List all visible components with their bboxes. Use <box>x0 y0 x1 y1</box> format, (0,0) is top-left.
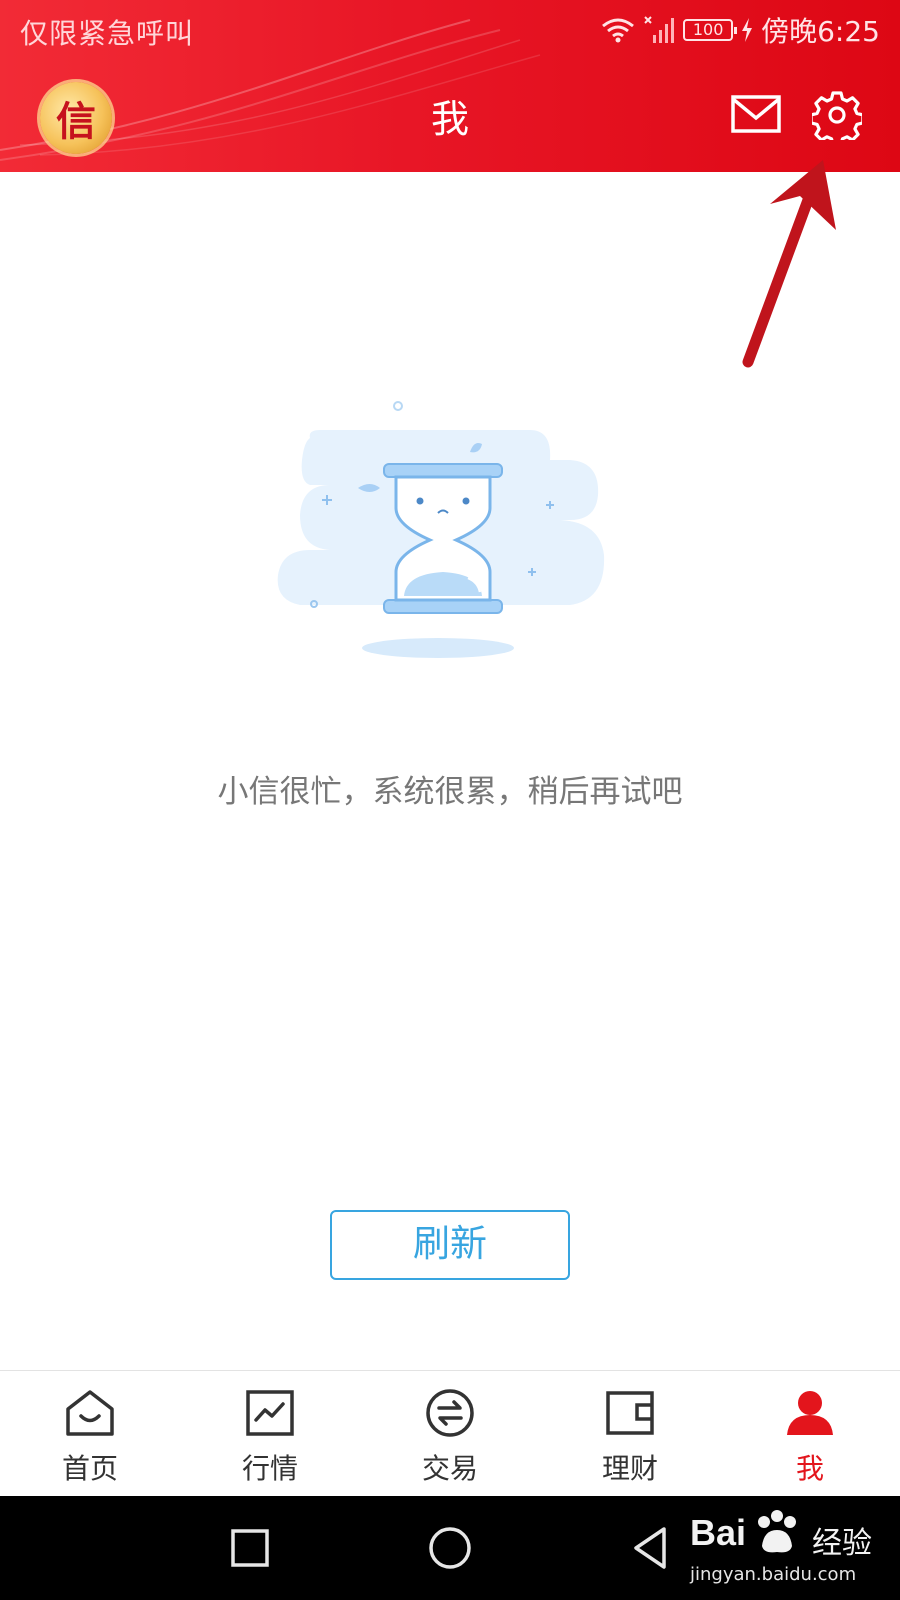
refresh-button[interactable]: 刷新 <box>330 1210 570 1280</box>
tab-label-wealth: 理财 <box>601 1452 658 1485</box>
watermark-jingyan: 经验 <box>812 1526 872 1561</box>
status-icons: 100 傍晚6:25 <box>601 10 880 50</box>
tab-home[interactable]: 首页 <box>0 1371 180 1496</box>
status-time: 傍晚6:25 <box>761 15 880 48</box>
recent-apps-icon[interactable] <box>226 1524 274 1572</box>
battery-indicator: 100 <box>683 19 738 41</box>
tab-label-home: 首页 <box>61 1452 118 1485</box>
tab-trade[interactable]: 交易 <box>360 1371 540 1496</box>
tab-wealth[interactable]: 理财 <box>540 1371 720 1496</box>
mail-icon <box>731 95 781 133</box>
no-signal-icon <box>644 16 675 43</box>
watermark-brand: Bai <box>690 1512 747 1553</box>
carrier-text: 仅限紧急呼叫 <box>20 17 195 50</box>
paw-icon <box>758 1510 796 1553</box>
home-circle-icon[interactable] <box>426 1524 474 1572</box>
watermark-url: jingyan.baidu.com <box>690 1564 857 1585</box>
exchange-icon <box>426 1389 474 1437</box>
hourglass-illustration <box>277 401 605 658</box>
baidu-watermark: Bai 经验 jingyan.baidu.com <box>690 1508 890 1592</box>
empty-state-message: 小信很忙，系统很累，稍后再试吧 <box>217 774 683 810</box>
back-triangle-icon[interactable] <box>626 1524 674 1572</box>
home-icon <box>66 1390 114 1436</box>
tab-me[interactable]: 我 <box>720 1371 900 1496</box>
tab-market[interactable]: 行情 <box>180 1371 360 1496</box>
wallet-icon <box>606 1391 654 1435</box>
person-icon <box>787 1391 833 1435</box>
market-chart-icon <box>246 1390 294 1436</box>
tab-label-market: 行情 <box>241 1452 298 1485</box>
tab-label-me: 我 <box>795 1452 824 1485</box>
wifi-icon <box>602 18 635 43</box>
app-header: 仅限紧急呼叫 100 傍晚6:25 信 我 <box>0 0 900 172</box>
mail-button[interactable] <box>730 92 782 136</box>
charging-icon <box>742 18 753 42</box>
settings-gear-icon <box>809 91 865 147</box>
tab-label-trade: 交易 <box>421 1452 478 1485</box>
settings-button[interactable] <box>809 90 865 147</box>
status-bar: 仅限紧急呼叫 100 傍晚6:25 <box>0 0 900 64</box>
bottom-tab-bar: 首页 行情 交易 理财 我 <box>0 1370 900 1496</box>
